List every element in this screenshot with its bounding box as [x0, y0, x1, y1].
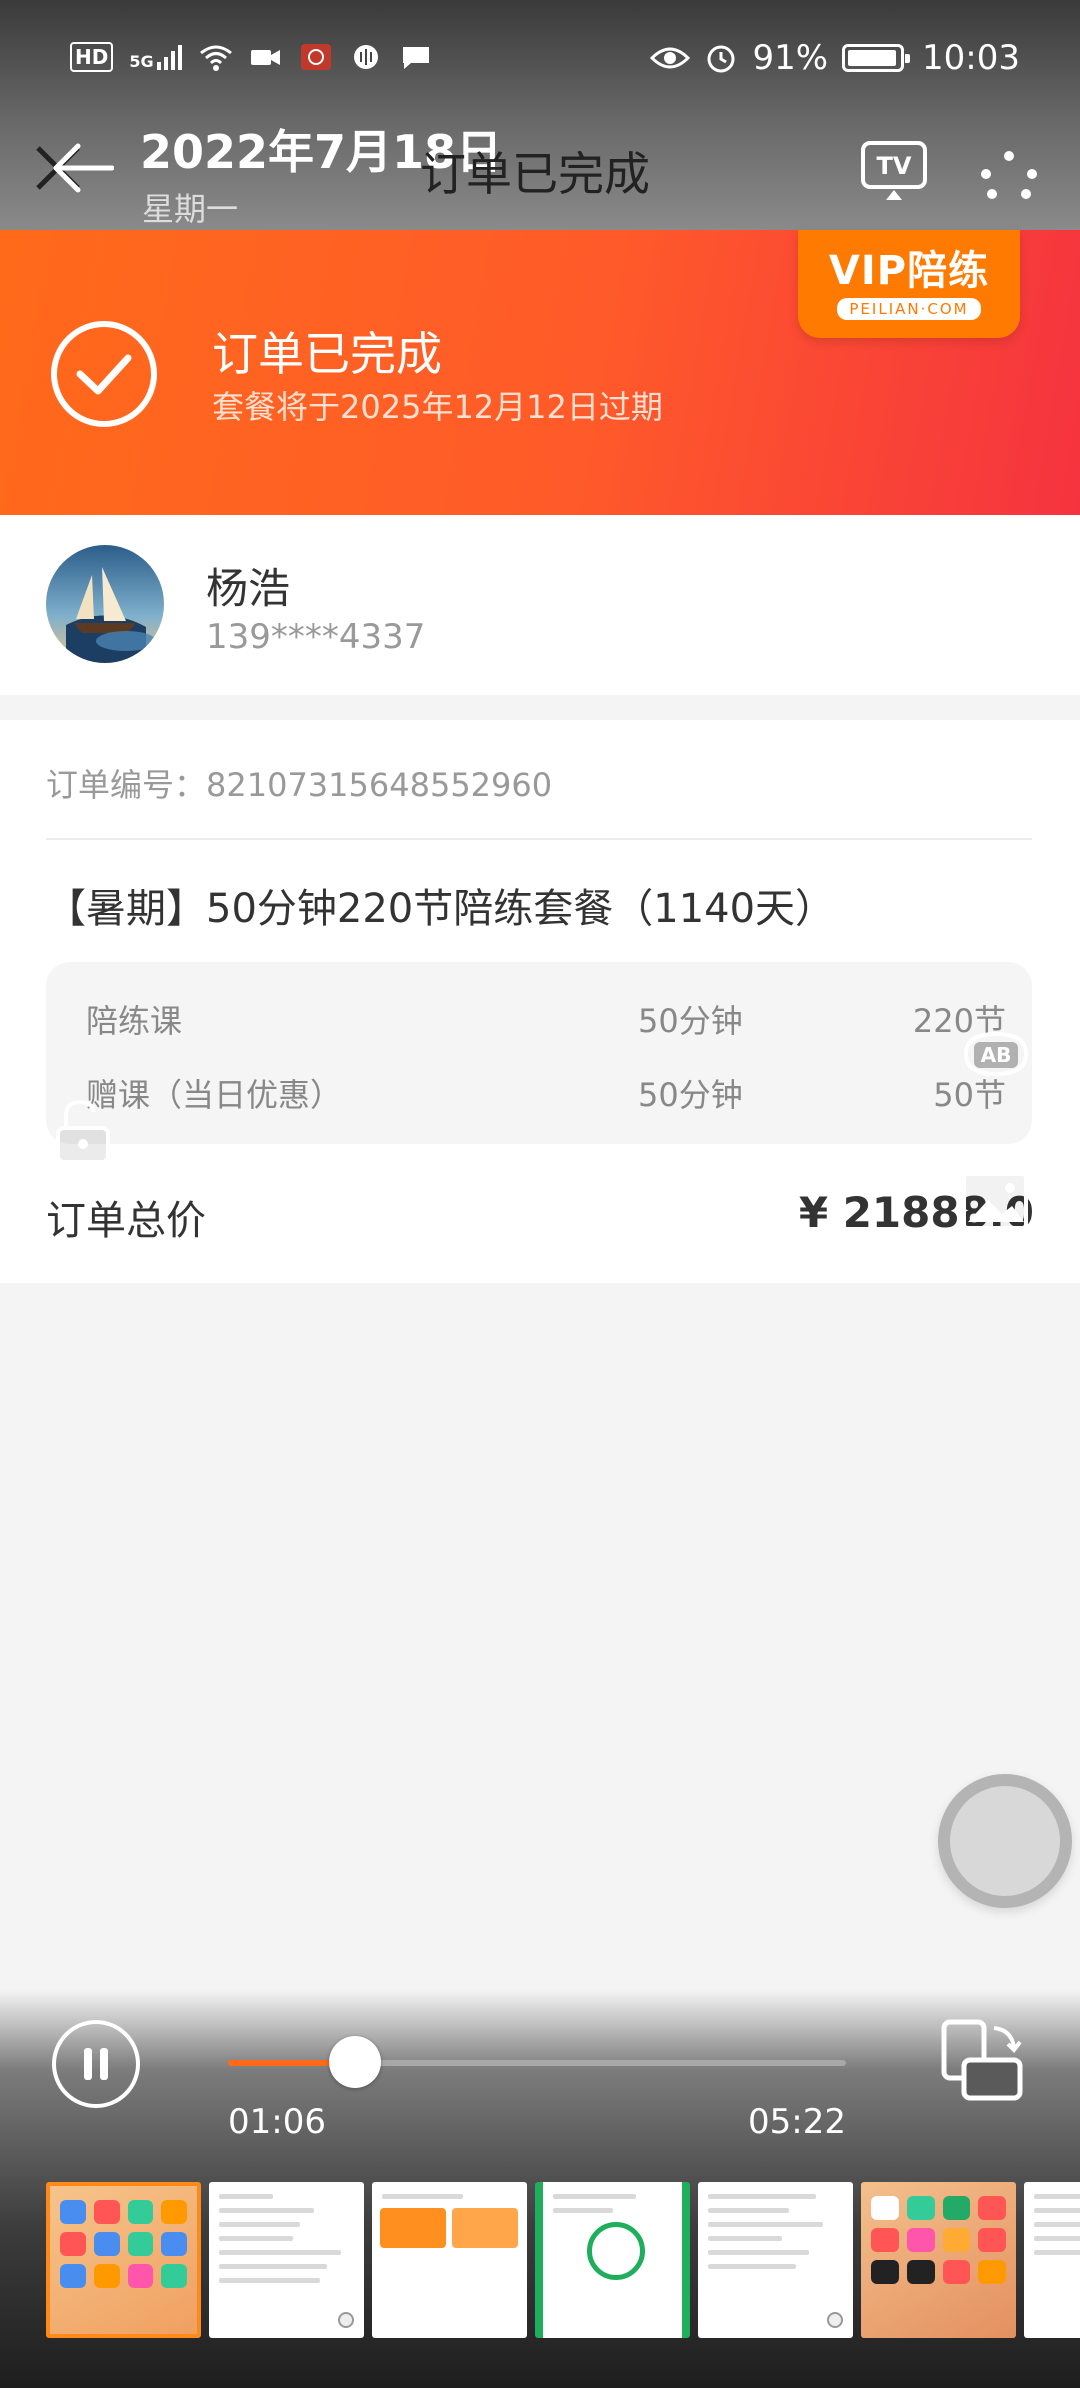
wifi-icon	[199, 45, 232, 71]
video-camera-icon	[250, 50, 280, 65]
signal-icon: 5G	[129, 44, 182, 70]
detail-duration: 50分钟	[638, 1002, 743, 1040]
back-arrow-icon[interactable]	[50, 142, 114, 194]
pause-icon-bar	[84, 2048, 92, 2080]
frame-thumbnail[interactable]	[861, 2182, 1016, 2338]
detail-name: 赠课（当日优惠）	[86, 1076, 343, 1114]
clock: 10:03	[922, 38, 1020, 78]
package-expiry-text: 套餐将于2025年12月12日过期	[212, 388, 663, 426]
cast-tv-icon[interactable]: TV	[860, 140, 928, 202]
status-bar: HD 5G 91% 10:03	[0, 30, 1080, 100]
video-player-controls: 01:06 05:22	[0, 1990, 1080, 2388]
page-title: 订单已完成	[420, 147, 650, 201]
network-type-label: 5G	[129, 52, 154, 71]
pause-icon-bar	[100, 2048, 108, 2080]
package-title: 【暑期】50分钟220节陪练套餐（1140天）	[46, 886, 836, 932]
frame-thumbnail[interactable]	[46, 2182, 201, 2338]
rotate-screen-icon[interactable]	[938, 2016, 1026, 2104]
order-status-banner: VIP陪练 PEILIAN·COM 订单已完成 套餐将于2025年12月12日过…	[0, 230, 1080, 515]
progress-thumb[interactable]	[328, 2036, 381, 2088]
unlock-icon[interactable]	[52, 1096, 116, 1166]
alarm-icon	[707, 45, 735, 73]
user-phone: 139****4337	[206, 617, 426, 657]
frame-thumbnail[interactable]	[209, 2182, 364, 2338]
message-icon	[402, 47, 429, 69]
pause-button[interactable]	[52, 2020, 140, 2108]
voice-assistant-icon	[353, 45, 378, 69]
frame-thumbnail[interactable]	[1024, 2182, 1080, 2338]
status-icons-right: 91% 10:03	[650, 38, 1020, 78]
eye-comfort-icon	[650, 47, 691, 69]
divider	[46, 838, 1032, 840]
user-card: 杨浩 139****4337	[0, 515, 1080, 695]
detail-duration: 50分钟	[638, 1076, 743, 1114]
ab-label: AB	[981, 1043, 1012, 1067]
floating-assistant-ball[interactable]	[938, 1774, 1072, 1908]
frame-thumbnail[interactable]	[698, 2182, 853, 2338]
total-time: 05:22	[748, 2102, 846, 2142]
top-overlay: HD 5G 91% 10:03 2022年7月18日 星期一 订单已完成 TV	[0, 0, 1080, 230]
app-notification-icon	[300, 44, 331, 70]
more-options-icon[interactable]	[978, 150, 1040, 200]
package-detail-box: 陪练课 50分钟 220节 赠课（当日优惠） 50分钟 50节	[46, 962, 1032, 1144]
tv-label: TV	[877, 152, 912, 180]
frame-thumbnail[interactable]	[372, 2182, 527, 2338]
detail-row: 赠课（当日优惠） 50分钟 50节	[86, 1070, 1006, 1120]
battery-icon	[842, 44, 911, 72]
detail-name: 陪练课	[86, 1002, 183, 1040]
order-card: 订单编号：82107315648552960 【暑期】50分钟220节陪练套餐（…	[0, 720, 1080, 1283]
detail-row: 陪练课 50分钟 220节	[86, 996, 1006, 1046]
order-status-title: 订单已完成	[212, 327, 442, 381]
nav-bar: 2022年7月18日 星期一 订单已完成 TV	[0, 110, 1080, 230]
total-price-label: 订单总价	[46, 1198, 206, 1244]
recording-weekday: 星期一	[142, 190, 239, 228]
screenshot-image-icon[interactable]	[958, 1166, 1032, 1234]
battery-percent: 91%	[752, 38, 829, 78]
ab-repeat-icon[interactable]: AB	[958, 1024, 1034, 1084]
frame-thumbnail-strip[interactable]	[46, 2182, 1080, 2342]
check-circle-icon	[51, 321, 157, 427]
status-icons-left: HD 5G	[70, 42, 433, 72]
current-time: 01:06	[228, 2102, 326, 2142]
hd-icon: HD	[70, 42, 114, 72]
vip-logo-sub: PEILIAN·COM	[837, 298, 981, 320]
frame-thumbnail[interactable]	[535, 2182, 690, 2338]
vip-peilian-logo: VIP陪练 PEILIAN·COM	[798, 230, 1020, 338]
vip-logo-main: VIP陪练	[828, 248, 990, 294]
progress-track[interactable]	[228, 2036, 846, 2088]
order-number: 订单编号：82107315648552960	[46, 766, 553, 804]
avatar	[46, 545, 164, 663]
user-name: 杨浩	[206, 564, 291, 613]
